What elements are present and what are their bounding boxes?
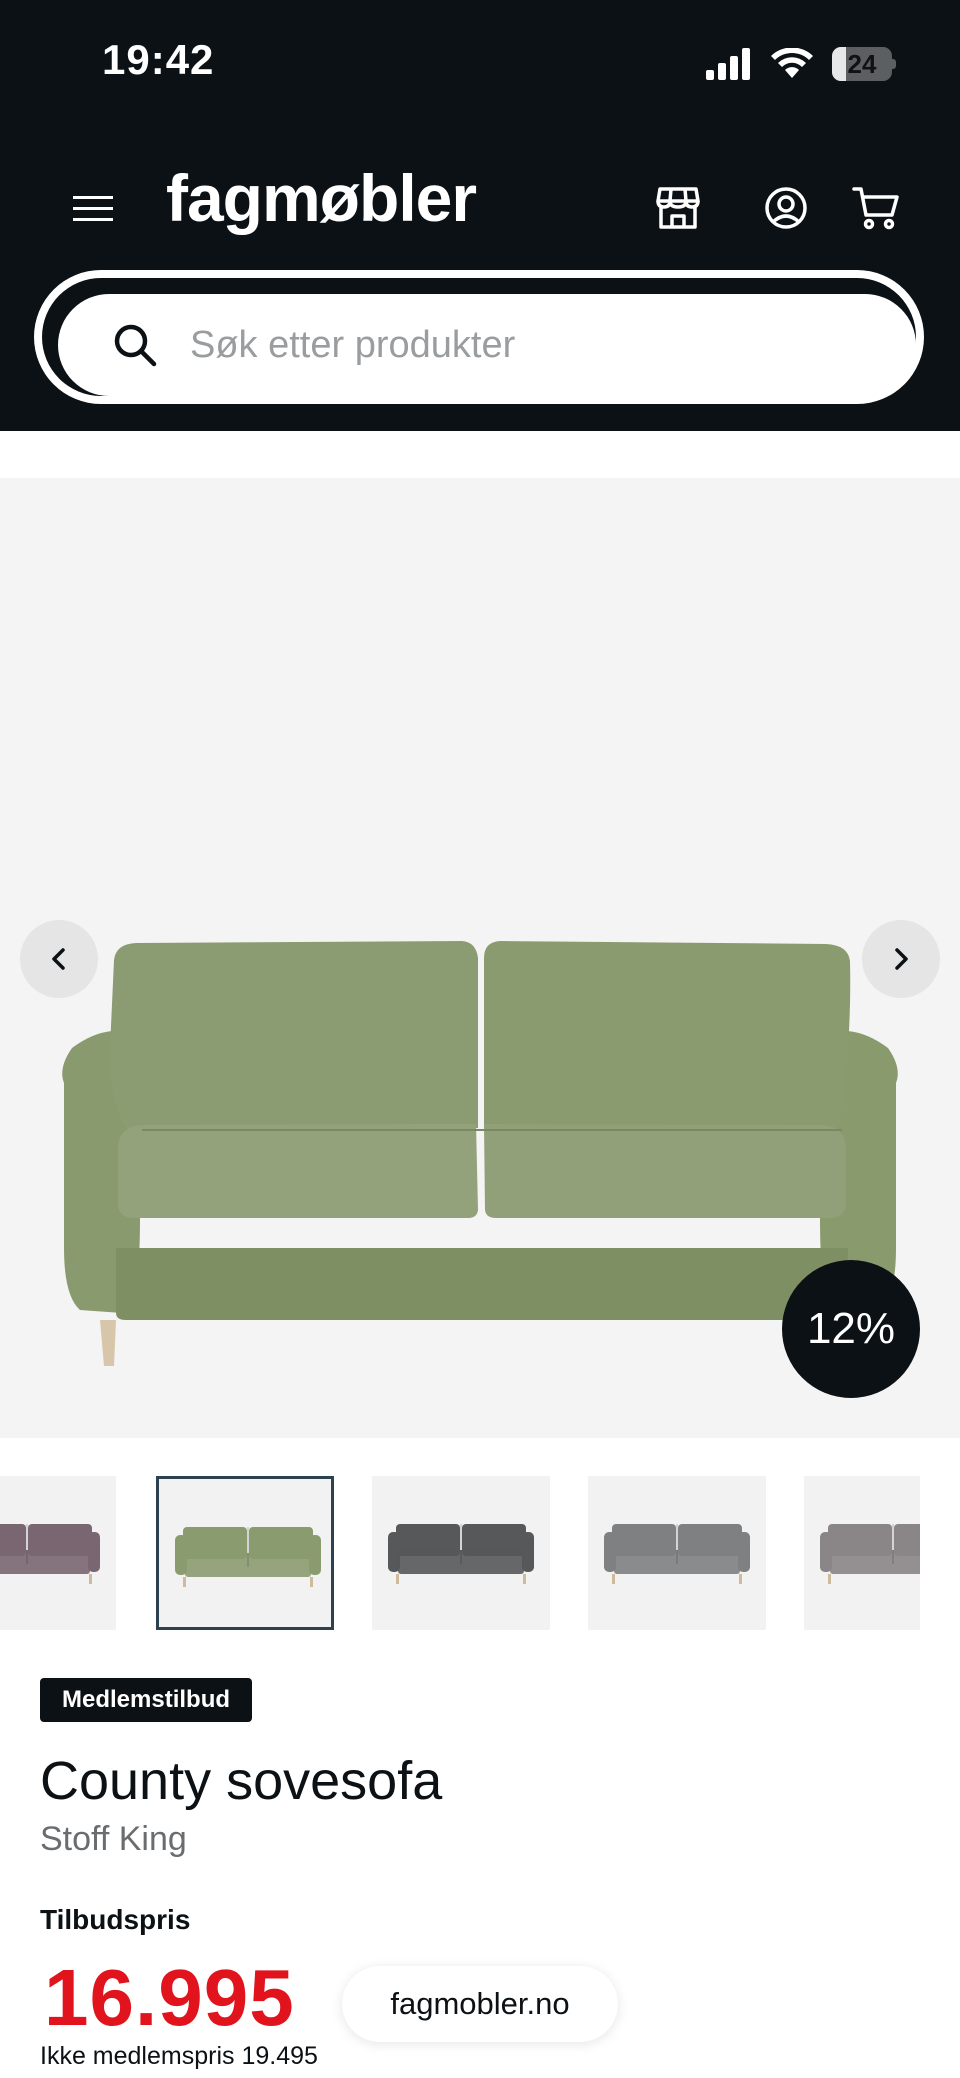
store-icon xyxy=(656,187,700,229)
battery-icon: 24 xyxy=(832,47,896,81)
previous-image-button[interactable] xyxy=(20,920,98,998)
wifi-icon xyxy=(771,48,813,78)
product-gallery[interactable]: 12% xyxy=(0,478,960,1438)
non-member-price: Ikke medlemspris 19.495 xyxy=(40,2042,318,2070)
app-header: 19:42 24 fagmøbler xyxy=(0,0,960,431)
next-image-button[interactable] xyxy=(862,920,940,998)
thumbnail-sofa-image xyxy=(388,1524,534,1584)
cart-icon xyxy=(852,187,899,230)
chevron-left-icon xyxy=(52,948,65,970)
thumbnail-5[interactable] xyxy=(804,1476,920,1630)
menu-icon xyxy=(73,196,113,221)
thumbnail-3[interactable] xyxy=(372,1476,550,1630)
search-field[interactable] xyxy=(58,294,916,396)
member-offer-badge: Medlemstilbud xyxy=(40,1678,253,1722)
store-button[interactable] xyxy=(654,184,702,232)
thumbnail-4[interactable] xyxy=(588,1476,766,1630)
thumbnail-sofa-image xyxy=(0,1524,100,1584)
battery-level: 24 xyxy=(847,48,877,79)
search-icon[interactable] xyxy=(110,320,160,370)
status-time: 19:42 xyxy=(102,36,215,83)
product-subtitle: Stoff King xyxy=(40,1820,187,1858)
chevron-right-icon xyxy=(895,948,908,970)
price-label: Tilbudspris xyxy=(40,1904,191,1935)
offer-price: 16.995 xyxy=(44,1953,295,2042)
status-icons: 24 xyxy=(706,44,896,84)
browser-url-pill[interactable]: fagmobler.no xyxy=(342,1966,618,2042)
thumbnail-1[interactable] xyxy=(0,1476,116,1630)
search-bar xyxy=(34,270,924,404)
menu-button[interactable] xyxy=(72,188,114,230)
thumbnail-strip[interactable] xyxy=(0,1476,920,1632)
search-input[interactable] xyxy=(190,312,830,378)
thumbnail-2[interactable] xyxy=(156,1476,334,1630)
discount-badge: 12% xyxy=(782,1260,920,1398)
account-icon xyxy=(765,187,807,229)
thumbnail-sofa-image xyxy=(175,1527,321,1587)
signal-icon xyxy=(706,48,750,80)
account-button[interactable] xyxy=(762,184,810,232)
product-image xyxy=(62,941,898,1366)
thumbnail-sofa-image xyxy=(604,1524,750,1584)
brand-logo[interactable]: fagmøbler xyxy=(166,160,477,236)
product-title: County sovesofa xyxy=(40,1751,443,1811)
cart-button[interactable] xyxy=(852,184,900,232)
thumbnail-sofa-image xyxy=(820,1524,920,1584)
